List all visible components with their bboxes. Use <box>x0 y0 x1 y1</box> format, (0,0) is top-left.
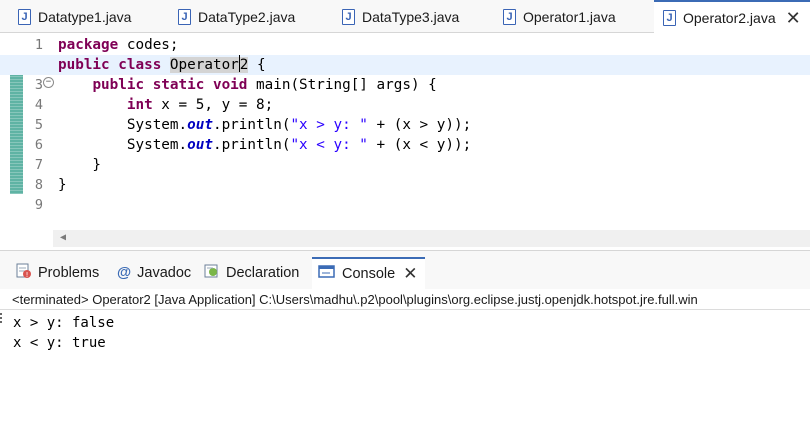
scroll-left-icon[interactable]: ◀ <box>60 232 66 243</box>
declaration-icon <box>204 263 220 283</box>
line-number: 3 <box>34 77 43 93</box>
console-icon <box>318 264 336 284</box>
line-number: 9 <box>34 197 43 213</box>
code-line: } <box>58 157 102 173</box>
console-line: x > y: false <box>13 315 115 331</box>
tab-label: DataType2.java <box>198 8 296 25</box>
code-line: int x = 5, y = 8; <box>126 97 274 113</box>
java-file-icon: J <box>663 10 676 26</box>
problems-icon: ! <box>16 263 32 283</box>
line-number: 8 <box>34 177 43 193</box>
tab-javadoc[interactable]: @ Javadoc <box>117 258 191 288</box>
change-marker <box>10 55 23 194</box>
horizontal-scrollbar[interactable]: ◀ <box>53 230 810 247</box>
code-text[interactable]: package codes; public class Operator2 { … <box>0 35 810 215</box>
svg-text:!: ! <box>26 271 29 279</box>
view-tab-bar: ! Problems @ Javadoc Declaration Console… <box>0 251 810 289</box>
tab-console[interactable]: Console ✕ <box>312 257 426 289</box>
code-line-current: public class Operator2 { <box>0 55 810 75</box>
tab-operator2[interactable]: J Operator2.java ✕ <box>654 0 810 34</box>
tab-label: Operator2.java <box>683 10 776 26</box>
code-line: } <box>58 177 67 193</box>
tab-label: DataType3.java <box>362 8 460 25</box>
java-file-icon: J <box>18 8 31 25</box>
console-marker <box>0 313 3 323</box>
tab-label: Datatype1.java <box>38 8 132 25</box>
code-line: System.out.println("x > y: " + (x > y)); <box>126 117 472 133</box>
tab-label: Console <box>342 266 396 282</box>
code-line: public static void main(String[] args) { <box>92 77 437 93</box>
java-file-icon: J <box>178 8 191 25</box>
editor-tab-bar: J Datatype1.java J DataType2.java J Data… <box>0 0 810 34</box>
tab-label: Operator1.java <box>523 8 616 25</box>
code-line: System.out.println("x < y: " + (x < y)); <box>126 137 472 153</box>
code-line: package codes; <box>58 37 179 53</box>
line-number: 4 <box>34 97 43 113</box>
bottom-view-panel: ! Problems @ Javadoc Declaration Console… <box>0 250 810 448</box>
tab-declaration[interactable]: Declaration <box>204 258 299 288</box>
line-number: 5 <box>34 117 43 133</box>
close-icon[interactable]: ✕ <box>786 9 801 27</box>
tab-label: Javadoc <box>137 265 192 281</box>
console-status: <terminated> Operator2 [Java Application… <box>0 289 810 310</box>
console-line: x < y: true <box>13 335 106 351</box>
tab-label: Declaration <box>226 265 300 281</box>
java-file-icon: J <box>342 8 355 25</box>
java-file-icon: J <box>503 8 516 25</box>
occurrence-highlight: Operator2 <box>169 55 249 73</box>
line-number: 7 <box>34 157 43 173</box>
close-icon[interactable]: ✕ <box>403 264 417 284</box>
line-number: 6 <box>34 137 43 153</box>
console-output[interactable]: x > y: false x < y: true <box>13 313 114 353</box>
line-number: 1 <box>34 37 43 53</box>
at-icon: @ <box>117 265 132 281</box>
fold-collapse-icon[interactable]: − <box>43 77 54 88</box>
tab-problems[interactable]: ! Problems <box>16 258 99 288</box>
tab-label: Problems <box>38 265 100 281</box>
code-editor[interactable]: 1 2 3 4 5 6 7 8 9 − package codes; publi… <box>0 33 810 247</box>
tab-datatype1[interactable]: J Datatype1.java <box>18 0 131 33</box>
tab-datatype2[interactable]: J DataType2.java <box>178 0 295 33</box>
tab-operator1[interactable]: J Operator1.java <box>503 0 616 33</box>
tab-datatype3[interactable]: J DataType3.java <box>342 0 459 33</box>
